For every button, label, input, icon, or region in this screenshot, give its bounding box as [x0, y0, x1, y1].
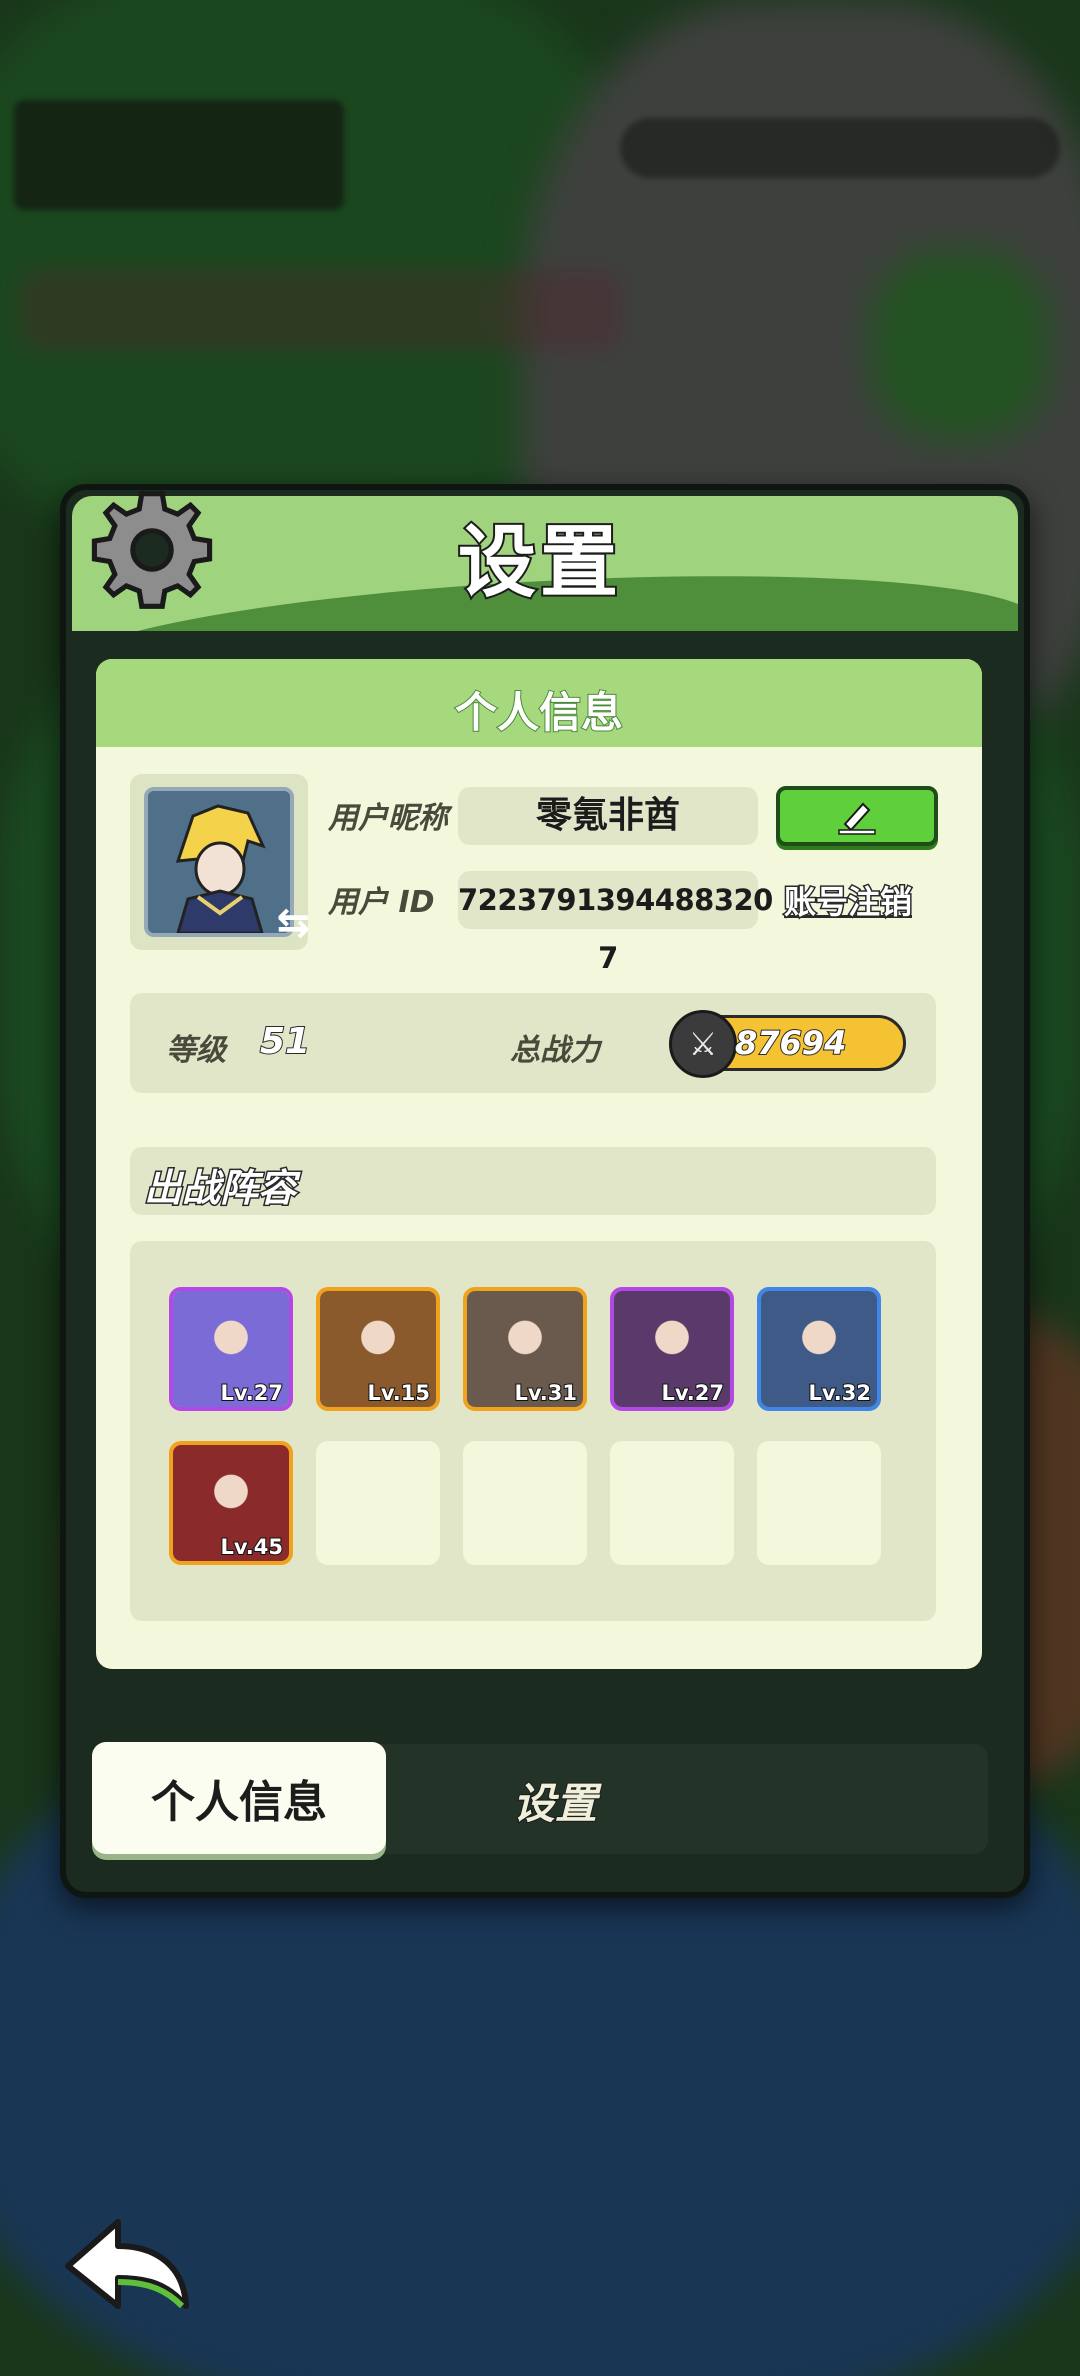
avatar-hero-portrait — [148, 791, 290, 933]
nickname-label: 用户昵称 — [328, 801, 448, 836]
hero-slot[interactable]: Lv.31 — [463, 1287, 587, 1411]
tab-personal-info[interactable]: 个人信息 — [92, 1742, 386, 1854]
profile-section-header: 个人信息 — [96, 659, 982, 747]
empty-hero-slot[interactable] — [463, 1441, 587, 1565]
hero-slot[interactable]: Lv.45 — [169, 1441, 293, 1565]
section-title: 个人信息 — [454, 687, 624, 738]
hero-level: Lv.31 — [513, 1380, 578, 1406]
hero-level: Lv.27 — [219, 1380, 284, 1406]
hero-slot[interactable]: Lv.32 — [757, 1287, 881, 1411]
hero-slot[interactable]: Lv.15 — [316, 1287, 440, 1411]
level-label: 等级 — [166, 1033, 226, 1068]
user-id-field: 7223791394488320 7 — [458, 871, 773, 975]
tab-settings[interactable]: 设置 — [460, 1770, 650, 1830]
empty-hero-slot[interactable] — [610, 1441, 734, 1565]
hero-level: Lv.15 — [366, 1380, 431, 1406]
hero-level: Lv.27 — [660, 1380, 725, 1406]
panel-title: 设置 — [456, 516, 622, 610]
nickname-field: 零氪非酋 — [458, 787, 758, 845]
switch-arrows-icon[interactable]: ⇆ — [276, 900, 310, 946]
empty-hero-slot[interactable] — [316, 1441, 440, 1565]
power-badge: ⚔ 87694 — [669, 1010, 906, 1078]
hero-slot[interactable]: Lv.27 — [610, 1287, 734, 1411]
back-arrow-icon[interactable] — [56, 2210, 196, 2320]
crossed-swords-icon: ⚔ — [669, 1010, 737, 1078]
pencil-icon — [838, 802, 876, 835]
edit-nickname-button[interactable] — [776, 786, 938, 846]
avatar[interactable] — [144, 787, 294, 937]
hero-level: Lv.45 — [219, 1534, 284, 1560]
hero-level: Lv.32 — [807, 1380, 872, 1406]
team-title: 出战阵容 — [142, 1165, 297, 1212]
power-label: 总战力 — [510, 1033, 600, 1068]
tab-personal-info-label: 个人信息 — [151, 1777, 327, 1828]
cancel-account-link[interactable]: 账号注销 — [782, 877, 913, 923]
avatar-frame[interactable]: ⇆ — [130, 774, 310, 950]
hero-slot[interactable]: Lv.27 — [169, 1287, 293, 1411]
profile-content: 个人信息 ⇆ 用户昵称 零氪非酋 用户 ID 7223791394488320 … — [96, 659, 982, 1669]
user-id-label: 用户 ID — [328, 885, 435, 920]
level-value: 51 — [259, 1020, 311, 1063]
team-header: 出战阵容 — [130, 1147, 936, 1215]
power-value: 87694 — [734, 1023, 847, 1063]
empty-hero-slot[interactable] — [757, 1441, 881, 1565]
